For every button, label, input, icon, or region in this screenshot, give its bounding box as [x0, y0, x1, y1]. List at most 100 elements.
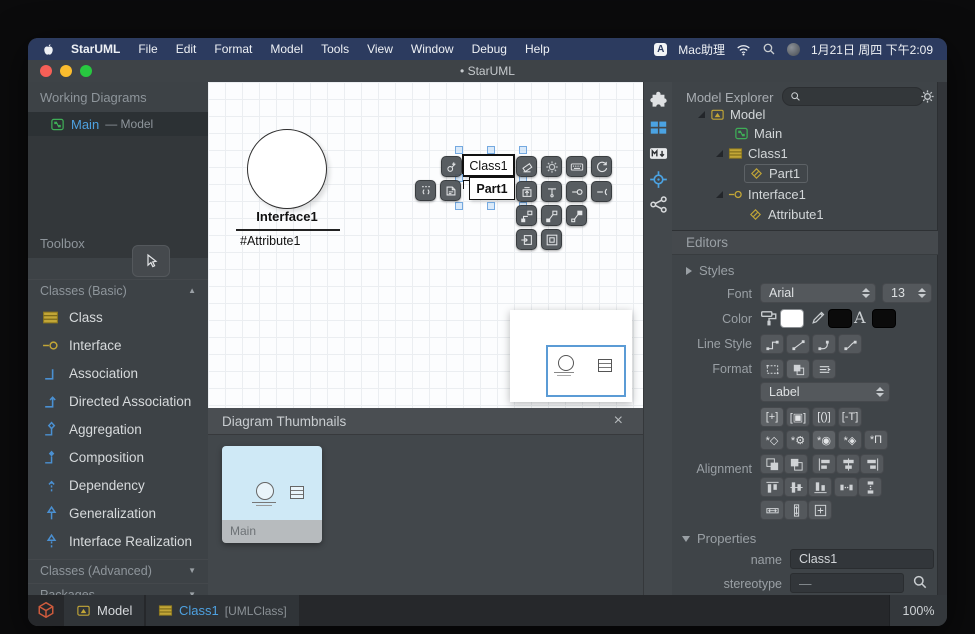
apple-menu-icon[interactable]	[42, 42, 55, 57]
show-namespace-button[interactable]	[786, 407, 810, 427]
statusbar-element-segment[interactable]: Class1 [UMLClass]	[146, 595, 299, 626]
diagram-canvas[interactable]: Interface1 #Attribute1 Class1 Part1	[208, 82, 643, 408]
show-visibility-button[interactable]	[760, 407, 784, 427]
quick-add-association-button[interactable]	[566, 205, 587, 226]
relationships-share-icon[interactable]	[649, 195, 668, 214]
focus-target-icon[interactable]	[649, 170, 668, 189]
menu-debug[interactable]: Debug	[472, 42, 507, 56]
menu-window[interactable]: Window	[411, 42, 454, 56]
suppress-receptions-button[interactable]	[838, 430, 862, 450]
statusbar-model-segment[interactable]: Model	[64, 595, 144, 626]
toolbox-item-composition[interactable]: Composition	[28, 443, 208, 471]
toolbox-section-packages[interactable]: Packages ▼	[28, 583, 208, 595]
class1-shape[interactable]: Class1	[462, 154, 515, 177]
menu-edit[interactable]: Edit	[176, 42, 197, 56]
quick-add-attribute-button[interactable]	[516, 181, 537, 202]
selection-handle[interactable]	[455, 202, 463, 210]
same-size-button[interactable]	[808, 500, 832, 520]
properties-section-header[interactable]: Properties	[682, 531, 756, 546]
font-color-swatch[interactable]	[872, 309, 896, 328]
name-field[interactable]	[790, 549, 934, 569]
tree-item-interface1[interactable]: Interface1	[716, 184, 806, 204]
quick-template-parameter-button[interactable]	[415, 180, 436, 201]
suppress-attributes-button[interactable]	[760, 430, 784, 450]
align-top-button[interactable]	[760, 477, 784, 497]
line-style-oblique-button[interactable]	[786, 334, 810, 354]
toolbox-section-classes-basic[interactable]: Classes (Basic) ▲	[28, 279, 208, 301]
send-to-back-button[interactable]	[784, 454, 808, 474]
align-center-button[interactable]	[836, 454, 860, 474]
quick-add-port-button[interactable]	[441, 156, 462, 177]
input-method-badge[interactable]: A	[654, 43, 667, 56]
selection-handle[interactable]	[455, 146, 463, 154]
selection-handle[interactable]	[487, 146, 495, 154]
zoom-level[interactable]: 100%	[889, 595, 947, 626]
interface1-attribute-label[interactable]: #Attribute1	[240, 234, 300, 248]
quick-sync-button[interactable]	[591, 156, 612, 177]
quick-add-dependency-button[interactable]	[541, 205, 562, 226]
stereotype-field[interactable]: —	[790, 573, 904, 593]
part1-shape[interactable]: Part1	[469, 177, 515, 200]
font-size-select[interactable]: 13	[882, 283, 932, 303]
tree-item-main[interactable]: Main	[734, 123, 782, 143]
toolbox-section-classes-advanced[interactable]: Classes (Advanced) ▼	[28, 559, 208, 581]
toolbox-item-dependency[interactable]: Dependency	[28, 471, 208, 499]
quick-provided-interface-button[interactable]	[566, 181, 587, 202]
wifi-icon[interactable]	[736, 42, 751, 57]
fill-color-swatch[interactable]	[780, 309, 804, 328]
tree-item-class1[interactable]: Class1	[716, 143, 788, 163]
line-color-swatch[interactable]	[828, 309, 852, 328]
stereotype-display-select[interactable]: Label	[760, 382, 890, 402]
quick-frame-button[interactable]	[541, 229, 562, 250]
expand-arrow-icon[interactable]	[716, 191, 723, 198]
align-right-button[interactable]	[860, 454, 884, 474]
menu-clock[interactable]: 1月21日 周四 下午2:09	[811, 41, 933, 58]
distribute-horizontal-button[interactable]	[834, 477, 858, 497]
toolbox-item-association[interactable]: Association	[28, 359, 208, 387]
spotlight-search-icon[interactable]	[762, 42, 776, 56]
toolbox-item-interface[interactable]: Interface	[28, 331, 208, 359]
quick-add-operation-button[interactable]	[541, 181, 562, 202]
line-color-pencil-icon[interactable]	[810, 309, 827, 326]
right-panel-scrollbar[interactable]	[937, 82, 947, 595]
menu-view[interactable]: View	[367, 42, 393, 56]
format-word-wrap-button[interactable]	[812, 359, 836, 379]
interface1-name-label[interactable]: Interface1	[217, 209, 357, 224]
assistant-label[interactable]: Mac助理	[678, 41, 725, 58]
menu-tools[interactable]: Tools	[321, 42, 349, 56]
select-tool-button[interactable]	[132, 245, 170, 277]
show-type-button[interactable]	[838, 407, 862, 427]
quick-settings-button[interactable]	[541, 156, 562, 177]
menu-model[interactable]: Model	[270, 42, 303, 56]
menu-staruml[interactable]: StarUML	[71, 42, 120, 56]
thumbnail-card-main[interactable]: Main	[222, 446, 322, 543]
bring-to-front-button[interactable]	[760, 454, 784, 474]
quick-containment-button[interactable]	[516, 229, 537, 250]
extensions-puzzle-icon[interactable]	[649, 90, 668, 109]
line-style-rounded-button[interactable]	[812, 334, 836, 354]
suppress-operations-button[interactable]	[786, 430, 810, 450]
line-style-rectilinear-button[interactable]	[760, 334, 784, 354]
toolbox-item-generalization[interactable]: Generalization	[28, 499, 208, 527]
quick-keyboard-edit-button[interactable]	[566, 156, 587, 177]
stereotype-search-button[interactable]	[912, 574, 928, 590]
quick-erase-button[interactable]	[516, 156, 537, 177]
toolbox-item-interface-realization[interactable]: Interface Realization	[28, 527, 208, 555]
selection-handle[interactable]	[487, 202, 495, 210]
distribute-vertical-button[interactable]	[858, 477, 882, 497]
canvas-minimap[interactable]	[510, 310, 632, 402]
expand-arrow-icon[interactable]	[698, 111, 705, 118]
toolbox-item-aggregation[interactable]: Aggregation	[28, 415, 208, 443]
font-color-letter-icon[interactable]: A	[854, 308, 866, 327]
font-family-select[interactable]: Arial	[760, 283, 876, 303]
minimap-viewport[interactable]	[546, 345, 626, 397]
diagram-thumbnails-toggle-icon[interactable]	[649, 118, 668, 137]
selected-tree-item[interactable]: Part1	[744, 164, 808, 183]
markdown-panel-icon[interactable]	[649, 144, 668, 163]
fill-color-roller-icon[interactable]	[760, 309, 778, 327]
align-middle-button[interactable]	[784, 477, 808, 497]
format-show-shadow-button[interactable]	[786, 359, 810, 379]
quick-required-interface-button[interactable]	[591, 181, 612, 202]
menu-file[interactable]: File	[138, 42, 157, 56]
same-height-button[interactable]	[784, 500, 808, 520]
